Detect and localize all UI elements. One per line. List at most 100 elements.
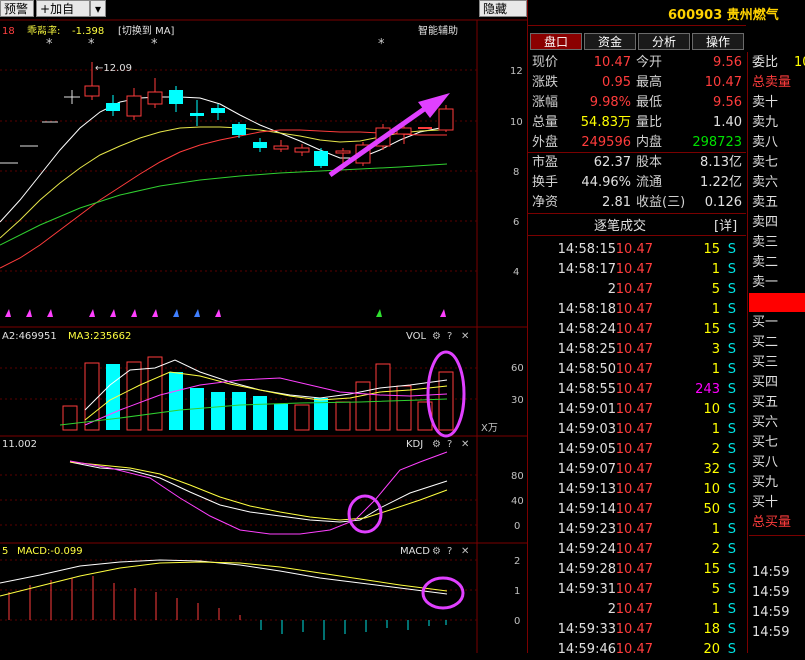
ma5-line — [0, 96, 448, 223]
trade-volume: 2 — [711, 542, 720, 557]
trades-detail-link[interactable]: [详] — [714, 215, 737, 234]
add-watchlist-button[interactable]: +加自选 — [36, 0, 90, 33]
trade-row: 14:59:01 10.47 10 S — [528, 400, 746, 420]
chevron-down-icon[interactable]: ▾ — [90, 0, 106, 17]
close-icon[interactable]: ✕ — [461, 331, 469, 342]
orderbook-time: 14:59 — [752, 585, 790, 600]
tab-funds[interactable]: 资金 — [584, 33, 636, 50]
period-number: 18 — [2, 26, 15, 37]
hide-panel-button[interactable]: 隐藏>> — [479, 0, 527, 33]
high-price-label: ←12.09 — [95, 63, 132, 74]
quote-label: 外盘 — [532, 135, 559, 150]
tab-handicap[interactable]: 盘口 — [530, 33, 582, 50]
gear-icon[interactable]: ⚙ — [432, 546, 441, 557]
trade-price: 10.47 — [615, 602, 653, 617]
vol-title: VOL — [406, 331, 427, 342]
price-tick: 8 — [513, 167, 519, 178]
trade-row: 14:59:07 10.47 32 S — [528, 460, 746, 480]
kdj-k-line — [69, 461, 448, 523]
trade-price: 10.47 — [615, 262, 653, 277]
gear-icon[interactable]: ⚙ — [432, 439, 441, 450]
trade-time: 14:59:01 — [557, 402, 616, 417]
kdj-title: KDJ — [406, 439, 423, 450]
trade-volume: 15 — [703, 242, 720, 257]
svg-text:*: * — [151, 37, 158, 52]
quote-value: 1.22亿 — [700, 175, 742, 190]
trade-time: 14:59:46 — [557, 642, 616, 657]
macd-period: 5 — [2, 546, 8, 557]
trade-row: 14:59:23 10.47 1 S — [528, 520, 746, 540]
quote-value: 0.126 — [704, 195, 742, 210]
quote-label: 内盘 — [636, 135, 663, 150]
trade-volume: 243 — [695, 382, 720, 397]
quote-row: 市盈 62.37 股本 8.13亿 — [528, 153, 746, 173]
trade-side: S — [727, 282, 736, 297]
switch-ma-link[interactable]: [切换到 MA] — [118, 24, 175, 37]
kdj-tick: 40 — [511, 496, 524, 507]
trades-title: 逐笔成交 — [594, 219, 647, 234]
quote-label: 股本 — [636, 155, 663, 170]
quote-label: 量比 — [636, 115, 663, 130]
quote-label: 现价 — [532, 55, 559, 70]
macd-histogram-red — [8, 576, 241, 620]
price-tick: 6 — [513, 217, 519, 228]
price-tick: 12 — [510, 66, 523, 77]
trade-time: 14:58:55 — [557, 382, 616, 397]
buy-level: 买十 — [752, 495, 779, 510]
help-icon[interactable]: ? — [447, 331, 452, 342]
vol-tick: 60 — [511, 363, 524, 374]
sell-total-label: 总卖量 — [752, 75, 792, 90]
buy-level: 买四 — [752, 375, 779, 390]
tab-analysis[interactable]: 分析 — [638, 33, 690, 50]
buy-level: 买三 — [752, 355, 779, 370]
macd-tick: 2 — [514, 556, 520, 567]
sell-level: 卖三 — [752, 235, 779, 250]
quote-label: 净资 — [532, 195, 559, 210]
vol-ma3-label: MA3:235662 — [68, 331, 131, 342]
tab-operation[interactable]: 操作 — [692, 33, 744, 50]
smart-assist-label[interactable]: 智能辅助 — [418, 24, 458, 37]
trade-row: 14:59:33 10.47 18 S — [528, 620, 746, 640]
orderbook-time: 14:59 — [752, 625, 790, 640]
close-icon[interactable]: ✕ — [461, 439, 469, 450]
trade-side: S — [727, 562, 736, 577]
trade-side: S — [727, 542, 736, 557]
svg-text:*: * — [46, 37, 53, 52]
trade-side: S — [727, 582, 736, 597]
kline-chart-area[interactable]: 12 10 8 6 4 18 乖离率: -1.398 [切换到 MA] 智能辅助… — [0, 0, 527, 653]
trade-price: 10.47 — [615, 462, 653, 477]
vol-a2-label: A2:469951 — [2, 331, 57, 342]
kdj-d-line — [69, 461, 448, 521]
quote-label: 今开 — [636, 55, 663, 70]
alert-button[interactable]: 预警 — [0, 0, 34, 17]
trade-row: 14:59:46 10.47 20 S — [528, 640, 746, 660]
macd-title: MACD — [400, 546, 430, 557]
buy-level: 买六 — [752, 415, 779, 430]
order-ratio-value: 10 — [794, 55, 805, 70]
help-icon[interactable]: ? — [447, 439, 452, 450]
trade-price: 10.47 — [615, 402, 653, 417]
trade-price: 10.47 — [615, 382, 653, 397]
buy-level: 买九 — [752, 475, 779, 490]
price-tick: 10 — [510, 117, 523, 128]
quote-row: 换手 44.96% 流通 1.22亿 — [528, 173, 746, 193]
quote-label: 涨跌 — [532, 75, 559, 90]
close-icon[interactable]: ✕ — [461, 546, 469, 557]
quote-row: 净资 2.81 收益(三) 0.126 — [528, 193, 746, 213]
trade-volume: 10 — [703, 482, 720, 497]
trade-side: S — [727, 242, 736, 257]
trade-side: S — [727, 342, 736, 357]
quote-tabs: 盘口 资金 分析 操作 — [530, 33, 746, 51]
last-price-highlight — [749, 293, 805, 312]
signal-markers — [5, 309, 446, 317]
trade-price: 10.47 — [615, 542, 653, 557]
help-icon[interactable]: ? — [447, 546, 452, 557]
macd-histogram-cyan — [260, 620, 447, 640]
trade-side: S — [727, 322, 736, 337]
sell-level: 卖八 — [752, 135, 779, 150]
quote-row: 涨跌 0.95 最高 10.47 — [528, 73, 746, 93]
gear-icon[interactable]: ⚙ — [432, 331, 441, 342]
trade-row: 14:58:25 10.47 3 S — [528, 340, 746, 360]
trade-time: 14:58:24 — [557, 322, 616, 337]
macd-tick: 0 — [514, 616, 520, 627]
